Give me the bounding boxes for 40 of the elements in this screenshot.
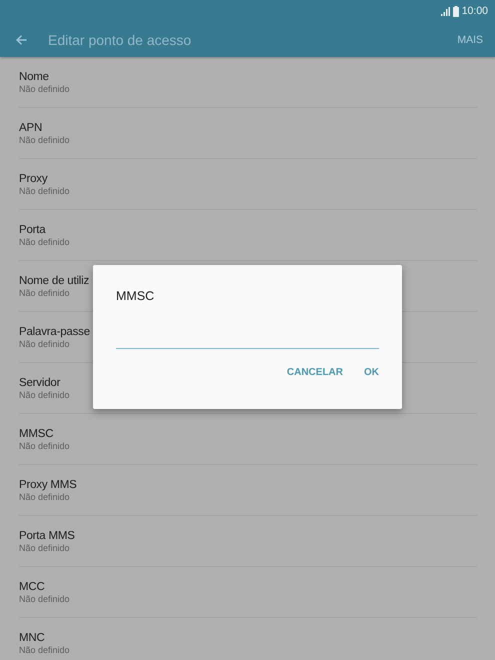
setting-item[interactable]: APN Não definido (19, 108, 477, 159)
setting-value: Não definido (19, 186, 70, 196)
setting-item[interactable]: Nome Não definido (19, 57, 477, 108)
setting-label: APN (19, 122, 42, 134)
setting-value: Não definido (19, 84, 70, 94)
setting-label: MCC (19, 580, 45, 592)
setting-value: Não definido (19, 338, 70, 348)
setting-value: Não definido (19, 644, 70, 654)
setting-value: Não definido (19, 594, 70, 604)
setting-value: Não definido (19, 390, 70, 400)
setting-value: Não definido (19, 236, 70, 246)
setting-label: MMSC (19, 428, 54, 440)
setting-item[interactable]: MMSC Não definido (19, 414, 477, 465)
setting-item[interactable]: Proxy MMS Não definido (19, 465, 477, 516)
setting-item[interactable]: MNC Não definido (19, 618, 477, 660)
screen-title: Editar ponto de acesso (48, 32, 192, 48)
battery-icon (452, 6, 459, 16)
setting-label: Nome de utiliz (19, 274, 90, 286)
setting-label: Nome (19, 70, 49, 82)
setting-label: Porta (19, 224, 46, 236)
setting-value: Não definido (19, 440, 70, 450)
setting-value: Não definido (19, 492, 70, 502)
setting-value: Não definido (19, 542, 70, 552)
setting-label: Porta MMS (19, 530, 75, 542)
setting-label: Servidor (19, 376, 60, 388)
dialog-title: MMSC (116, 289, 156, 303)
clock-time: 10:00 (462, 5, 488, 17)
setting-label: Palavra-passe (19, 326, 90, 338)
setting-value: Não definido (19, 134, 70, 144)
setting-item[interactable]: Proxy Não definido (19, 159, 477, 210)
back-arrow-icon (16, 34, 27, 44)
back-button[interactable] (16, 34, 27, 44)
setting-value: Não definido (19, 288, 70, 298)
setting-label: Proxy (19, 172, 48, 184)
setting-item[interactable]: MCC Não definido (19, 567, 477, 618)
signal-icon (440, 6, 450, 16)
setting-item[interactable]: Porta Não definido (19, 210, 477, 261)
setting-label: MNC (19, 632, 45, 644)
setting-item[interactable]: Porta MMS Não definido (19, 516, 477, 567)
setting-label: Proxy MMS (19, 478, 77, 490)
